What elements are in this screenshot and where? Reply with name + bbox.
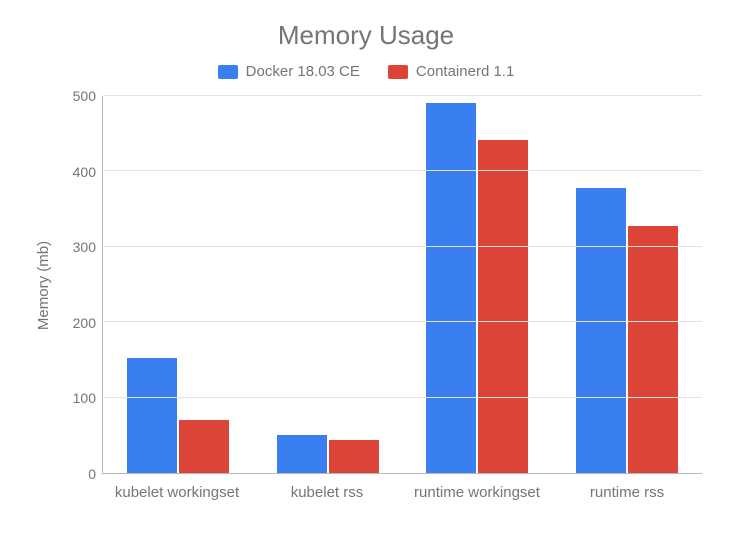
- bar-group: [552, 96, 702, 473]
- bar: [478, 140, 528, 473]
- y-tick: 0: [88, 466, 96, 482]
- bar-group: [103, 96, 253, 473]
- x-tick: kubelet workingset: [102, 484, 252, 501]
- legend-item-0: Docker 18.03 CE: [218, 63, 360, 80]
- x-tick: runtime rss: [552, 484, 702, 501]
- bar: [426, 103, 476, 473]
- bar: [628, 226, 678, 473]
- legend: Docker 18.03 CE Containerd 1.1: [30, 63, 702, 80]
- chart-container: Memory Usage Docker 18.03 CE Containerd …: [0, 0, 732, 556]
- y-axis: 0100200300400500: [58, 96, 102, 474]
- y-tick: 300: [73, 239, 96, 255]
- gridline: [103, 170, 702, 171]
- bar: [179, 420, 229, 473]
- legend-swatch-0: [218, 65, 238, 79]
- x-tick: runtime workingset: [402, 484, 552, 501]
- legend-label-0: Docker 18.03 CE: [246, 63, 360, 80]
- bars-layer: [103, 96, 702, 473]
- gridline: [103, 95, 702, 96]
- legend-swatch-1: [388, 65, 408, 79]
- y-tick: 200: [73, 315, 96, 331]
- gridline: [103, 246, 702, 247]
- bar: [329, 440, 379, 473]
- ylabel-wrap: Memory (mb): [30, 96, 58, 474]
- plot-area: [102, 96, 702, 474]
- y-tick: 100: [73, 390, 96, 406]
- bar-group: [253, 96, 403, 473]
- legend-item-1: Containerd 1.1: [388, 63, 514, 80]
- gridline: [103, 321, 702, 322]
- chart-title: Memory Usage: [30, 20, 702, 51]
- y-axis-label: Memory (mb): [36, 240, 53, 329]
- bar: [127, 358, 177, 473]
- x-axis: kubelet workingsetkubelet rssruntime wor…: [102, 484, 702, 501]
- bar: [277, 435, 327, 473]
- legend-label-1: Containerd 1.1: [416, 63, 514, 80]
- plot-row: Memory (mb) 0100200300400500: [30, 96, 702, 474]
- x-tick: kubelet rss: [252, 484, 402, 501]
- bar: [576, 188, 626, 473]
- bar-group: [403, 96, 553, 473]
- y-tick: 400: [73, 164, 96, 180]
- y-tick: 500: [73, 88, 96, 104]
- gridline: [103, 397, 702, 398]
